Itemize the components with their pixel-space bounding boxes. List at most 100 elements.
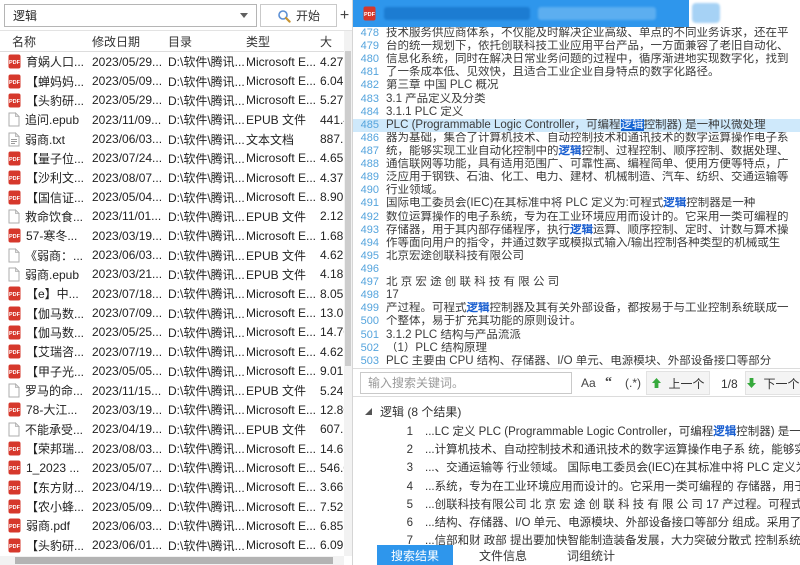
vertical-scrollbar-thumb[interactable] <box>345 51 351 366</box>
doc-line[interactable]: 489泛应用于钢铁、石油、化工、电力、建材、机械制造、汽车、纺织、交通运输等 <box>353 171 800 184</box>
doc-line[interactable]: 487统，能够实现工业自动化控制中的逻辑控制、过程控制、顺序控制、数据处理、 <box>353 145 800 158</box>
horizontal-scrollbar[interactable] <box>0 556 344 565</box>
vertical-scrollbar[interactable] <box>344 31 352 556</box>
table-row[interactable]: PDF【蝉妈妈...2023/05/09...D:\软件\腾讯...Micros… <box>0 71 344 90</box>
table-row[interactable]: 弱商.txt2023/06/03...D:\软件\腾讯...文本文档887.1 <box>0 129 344 148</box>
doc-line[interactable]: 492数位运算操作的电子系统，专为在工业环境应用而设计的。它采用一类可编程的 <box>353 211 800 224</box>
table-row[interactable]: PDF【伽马数...2023/05/25...D:\软件\腾讯...Micros… <box>0 323 344 342</box>
doc-line[interactable]: 4833.1 产品定义及分类 <box>353 93 800 106</box>
collapse-triangle-icon[interactable] <box>365 408 372 415</box>
file-type: Microsoft E... <box>246 190 320 204</box>
table-row[interactable]: PDF【头豹研...2023/06/01...D:\软件\腾讯...Micros… <box>0 536 344 555</box>
table-row[interactable]: PDF1_2023 ...2023/05/07...D:\软件\腾讯...Mic… <box>0 458 344 477</box>
file-type: Microsoft E... <box>246 403 320 417</box>
table-row[interactable]: PDF【农小蜂...2023/05/09...D:\软件\腾讯...Micros… <box>0 497 344 516</box>
column-header-date[interactable]: 修改日期 <box>92 33 168 50</box>
doc-line[interactable]: 490行业领域。 <box>353 184 800 197</box>
table-row[interactable]: PDF【甲子光...2023/05/05...D:\软件\腾讯...Micros… <box>0 362 344 381</box>
regex-button[interactable]: (.*) <box>625 372 641 394</box>
table-row[interactable]: PDF【艾瑞咨...2023/07/19...D:\软件\腾讯...Micros… <box>0 342 344 361</box>
text-segment: 通信联网等功能，具有适用范围广、可靠性高、编程简单、使用方便等特点，广 <box>386 158 789 170</box>
doc-line[interactable]: 486器为基础，集合了计算机技术、自动控制技术和通讯技术的数字运算操作电子系 <box>353 132 800 145</box>
match-case-button[interactable]: Aa <box>581 372 596 394</box>
file-size: 441.4 <box>320 113 344 127</box>
next-result-button[interactable]: 下一个 <box>745 371 800 395</box>
doc-line[interactable]: 480信息化系统，同时在解决日常业务问题的过程中，循序渐进地实现数字化，找到 <box>353 53 800 66</box>
column-header-dir[interactable]: 目录 <box>168 33 246 50</box>
table-row[interactable]: PDF育娲人口...2023/05/29...D:\软件\腾讯...Micros… <box>0 52 344 71</box>
column-header-name[interactable]: 名称 <box>0 33 92 50</box>
table-row[interactable]: PDF【国信证...2023/05/04...D:\软件\腾讯...Micros… <box>0 187 344 206</box>
doc-line[interactable]: 495北京宏途创联科技有限公司 <box>353 250 800 263</box>
doc-line[interactable]: 491国际电工委员会(IEC)在其标准中将 PLC 定义为:可程式逻辑控制器是一… <box>353 197 800 210</box>
result-item[interactable]: 5...创联科技有限公司 北 京 宏 途 创 联 科 技 有 限 公 司 17 … <box>353 496 800 514</box>
doc-line[interactable]: 49817 <box>353 289 800 302</box>
table-row[interactable]: 《弱商：...2023/06/03...D:\软件\腾讯...EPUB 文件4.… <box>0 245 344 264</box>
doc-line[interactable]: 497北 京 宏 途 创 联 科 技 有 限 公 司 <box>353 276 800 289</box>
text-segment: 北 京 宏 途 创 联 科 技 有 限 公 司 <box>386 276 559 288</box>
table-row[interactable]: PDF【东方财...2023/04/19...D:\软件\腾讯...Micros… <box>0 478 344 497</box>
doc-line[interactable]: 493存储器，用于其内部存储程序，执行逻辑运算、顺序控制、定时、计数与算术操 <box>353 224 800 237</box>
tab-search-results[interactable]: 搜索结果 <box>377 545 453 565</box>
file-name-cell: PDF【东方财... <box>0 479 92 496</box>
file-name: 57-寒冬... <box>26 227 77 244</box>
table-row[interactable]: PDF【沙利文...2023/08/07...D:\软件\腾讯...Micros… <box>0 168 344 187</box>
tab-file-info[interactable]: 文件信息 <box>465 545 541 565</box>
doc-line[interactable]: 503PLC 主要由 CPU 结构、存储器、I/O 单元、电源模块、外部设备接口… <box>353 355 800 368</box>
table-row[interactable]: 弱商.epub2023/03/21...D:\软件\腾讯...EPUB 文件4.… <box>0 265 344 284</box>
chevron-down-icon[interactable] <box>240 13 248 18</box>
column-header-type[interactable]: 类型 <box>246 33 320 50</box>
horizontal-scrollbar-thumb[interactable] <box>15 557 333 564</box>
column-header-size[interactable]: 大 <box>320 33 344 50</box>
result-item[interactable]: 4...系统，专为在工业环境应用而设计的。它采用一类可编程的 存储器，用于其内部… <box>353 478 800 496</box>
document-tab[interactable]: PDF <box>353 0 689 27</box>
search-combobox[interactable]: 逻辑 <box>4 4 257 27</box>
doc-line[interactable]: 479台的统一规划下，依托创联科技工业应用平台产品，一方面兼容了老旧自动化、 <box>353 40 800 53</box>
table-row[interactable]: PDF【伽马数...2023/07/09...D:\软件\腾讯...Micros… <box>0 303 344 322</box>
tab-phrase-stats[interactable]: 词组统计 <box>553 545 629 565</box>
result-item[interactable]: 1...LC 定义 PLC (Programmable Logic Contro… <box>353 423 800 441</box>
table-row[interactable]: PDF【荣邦瑞...2023/08/03...D:\软件\腾讯...Micros… <box>0 439 344 458</box>
doc-line[interactable]: 488通信联网等功能，具有适用范围广、可靠性高、编程简单、使用方便等特点，广 <box>353 158 800 171</box>
file-dir: D:\软件\腾讯... <box>168 459 246 476</box>
start-search-button[interactable]: 开始 <box>260 4 337 27</box>
table-row[interactable]: PDF【量子位...2023/07/24...D:\软件\腾讯...Micros… <box>0 149 344 168</box>
doc-line[interactable]: 502（1）PLC 结构原理 <box>353 342 800 355</box>
doc-line[interactable]: 478技术服务供应商体系，不仅能及时解决企业高级、单点的不同业务诉求，还在平 <box>353 27 800 40</box>
result-item[interactable]: 3...、交通运输等 行业领域。 国际电工委员会(IEC)在其标准中将 PLC … <box>353 459 800 477</box>
table-row[interactable]: 救命饮食...2023/11/01...D:\软件\腾讯...EPUB 文件2.… <box>0 207 344 226</box>
table-row[interactable]: 追问.epub2023/11/09...D:\软件\腾讯...EPUB 文件44… <box>0 110 344 129</box>
doc-line[interactable]: 482第三章 中国 PLC 概况 <box>353 79 800 92</box>
table-row[interactable]: PDF57-寒冬...2023/03/19...D:\软件\腾讯...Micro… <box>0 226 344 245</box>
new-tab-button[interactable]: + <box>337 4 352 27</box>
table-row[interactable]: PDF【e】中...2023/07/18...D:\软件\腾讯...Micros… <box>0 284 344 303</box>
file-dir: D:\软件\腾讯... <box>168 111 246 128</box>
table-row[interactable]: PDF78-大江...2023/03/19...D:\软件\腾讯...Micro… <box>0 400 344 419</box>
result-item[interactable]: 6...结构、存储器、I/O 单元、电源模块、外部设备接口等部分 组成。采用了可… <box>353 514 800 532</box>
whole-word-button[interactable]: “ <box>605 372 612 394</box>
find-input[interactable] <box>360 372 572 394</box>
doc-line[interactable]: 481了一条成本低、见效快，且适合工业企业自身特点的数字化路径。 <box>353 66 800 79</box>
results-header[interactable]: 逻辑 (8 个结果) <box>353 397 800 423</box>
table-row[interactable]: PDF弱商.pdf2023/06/03...D:\软件\腾讯...Microso… <box>0 516 344 535</box>
table-row[interactable]: 不能承受...2023/04/19...D:\软件\腾讯...EPUB 文件60… <box>0 420 344 439</box>
doc-line[interactable]: 499产过程。可程式逻辑控制器及其有关外部设备，都按易于与工业控制系统联成一 <box>353 302 800 315</box>
file-size: 607.1 <box>320 422 344 436</box>
doc-line[interactable]: 496 <box>353 263 800 276</box>
table-row[interactable]: 罗马的命...2023/11/15...D:\软件\腾讯...EPUB 文件5.… <box>0 381 344 400</box>
doc-line[interactable]: 500个整体，易于扩充其功能的原则设计。 <box>353 315 800 328</box>
previous-result-button[interactable]: 上一个 <box>646 371 710 395</box>
file-name: 【量子位... <box>26 150 84 167</box>
text-segment: 存储器，用于其内部存储程序，执行 <box>386 224 570 236</box>
table-row[interactable]: PDF【头豹研...2023/05/29...D:\软件\腾讯...Micros… <box>0 91 344 110</box>
doc-line[interactable]: 494作等面向用户的指令，并通过数字或模拟式输入/输出控制各种类型的机械或生 <box>353 237 800 250</box>
epub-file-icon <box>8 209 20 224</box>
result-text: ...LC 定义 PLC (Programmable Logic Control… <box>425 423 800 441</box>
doc-line[interactable]: 5013.1.2 PLC 结构与产品流派 <box>353 329 800 342</box>
result-item[interactable]: 7...信部和财 政部 提出要加快智能制造装备发展，大力突破分散式 控制系统（D… <box>353 532 800 545</box>
doc-line[interactable]: 485PLC (Programmable Logic Controller，可编… <box>353 119 800 132</box>
document-view[interactable]: 478技术服务供应商体系，不仅能及时解决企业高级、单点的不同业务诉求，还在平47… <box>353 27 800 368</box>
result-item[interactable]: 2...计算机技术、自动控制技术和通讯技术的数字运算操作电子系 统，能够实现工业… <box>353 441 800 459</box>
doc-line[interactable]: 4843.1.1 PLC 定义 <box>353 106 800 119</box>
line-text: 第三章 中国 PLC 概况 <box>386 79 498 92</box>
